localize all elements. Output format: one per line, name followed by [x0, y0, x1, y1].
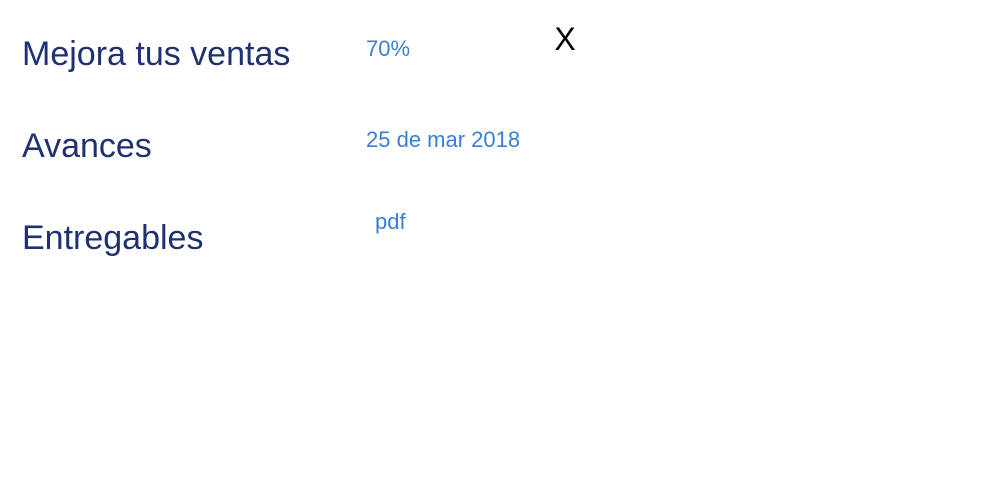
close-button[interactable]: X: [552, 23, 578, 55]
course-detail-panel: Mejora tus ventas 70% X Avances 25 de ma…: [0, 0, 1000, 500]
row-value-entregables-pdf-link[interactable]: pdf: [375, 211, 406, 233]
course-title: Mejora tus ventas: [22, 35, 291, 73]
progress-value: 70%: [366, 36, 411, 61]
row-value-avances-date: 25 de mar 2018: [366, 127, 521, 152]
row-label-entregables: Entregables: [22, 219, 204, 257]
row-label-avances: Avances: [22, 127, 152, 165]
